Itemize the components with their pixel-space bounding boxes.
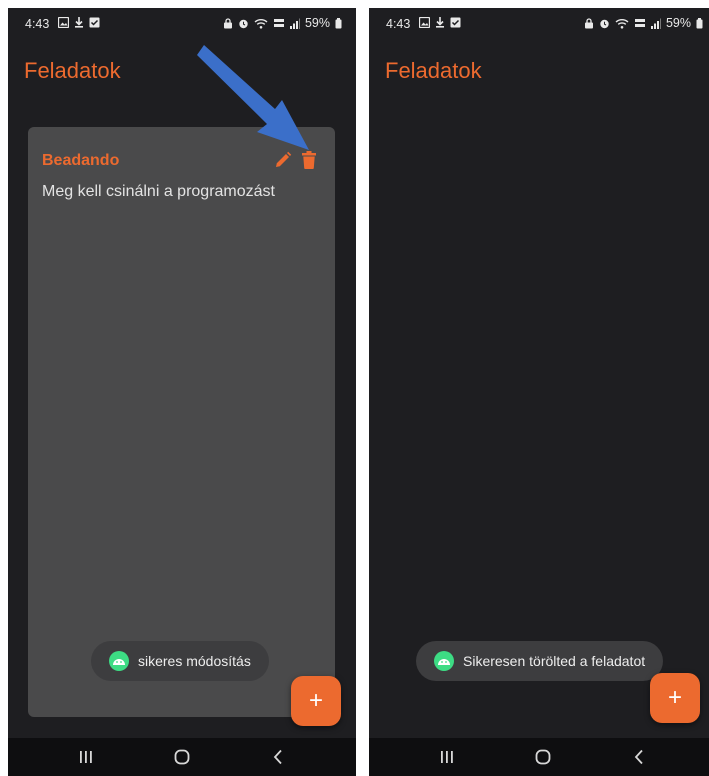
- navigation-bar: [8, 738, 356, 776]
- add-task-button[interactable]: +: [650, 673, 700, 723]
- android-icon: [434, 651, 454, 671]
- toast-message: sikeres módosítás: [91, 641, 269, 681]
- status-time: 4:43: [386, 17, 411, 31]
- status-time: 4:43: [25, 17, 50, 31]
- battery-percentage: 59%: [304, 16, 330, 30]
- toast-text: sikeres módosítás: [138, 653, 251, 669]
- check-icon: [89, 17, 100, 28]
- pointer-arrow: [197, 45, 309, 150]
- recents-icon: [80, 751, 92, 763]
- add-task-button[interactable]: +: [291, 676, 341, 726]
- alarm-icon: [600, 19, 609, 28]
- wifi-icon: [615, 18, 629, 29]
- battery-percentage: 59%: [665, 16, 691, 30]
- app-title: Feladatok: [24, 58, 121, 83]
- volte-icon: [273, 18, 284, 27]
- wifi-icon: [254, 18, 268, 29]
- android-icon: [109, 651, 129, 671]
- gallery-icon: [419, 17, 430, 28]
- status-bar: 4:43 59%: [8, 8, 356, 38]
- home-icon: [174, 749, 190, 765]
- recents-icon: [441, 751, 453, 763]
- toast-message: Sikeresen törölted a feladatot: [416, 641, 664, 681]
- lock-icon: [584, 17, 593, 28]
- task-title: Beadando: [42, 152, 120, 169]
- toast-text: Sikeresen törölted a feladatot: [463, 653, 646, 669]
- download-icon: [436, 17, 444, 28]
- signal-icon: [289, 18, 300, 29]
- alarm-icon: [239, 19, 248, 28]
- home-button[interactable]: [523, 742, 563, 772]
- back-button[interactable]: [619, 742, 659, 772]
- screen-before-delete: 4:43 59% Feladatok Beadando Meg kell csi…: [8, 8, 356, 776]
- download-icon: [75, 17, 83, 28]
- check-icon: [450, 17, 461, 28]
- app-title: Feladatok: [385, 58, 482, 83]
- home-icon: [535, 749, 551, 765]
- lock-icon: [223, 17, 232, 28]
- volte-icon: [634, 18, 645, 27]
- navigation-bar: [369, 738, 709, 776]
- status-bar: 4:43 59%: [369, 8, 709, 38]
- back-button[interactable]: [258, 742, 298, 772]
- recents-button[interactable]: [66, 742, 106, 772]
- back-icon: [273, 749, 282, 765]
- home-button[interactable]: [162, 742, 202, 772]
- task-description: Meg kell csinálni a programozást: [42, 183, 275, 200]
- gallery-icon: [58, 17, 69, 28]
- recents-button[interactable]: [427, 742, 467, 772]
- signal-icon: [650, 18, 661, 29]
- battery-icon: [696, 17, 703, 28]
- task-card[interactable]: Beadando Meg kell csinálni a programozás…: [28, 127, 335, 717]
- battery-icon: [335, 17, 342, 28]
- back-icon: [634, 749, 643, 765]
- screen-after-delete: 4:43 59% Feladatok Sikeresen törölted a …: [369, 8, 709, 776]
